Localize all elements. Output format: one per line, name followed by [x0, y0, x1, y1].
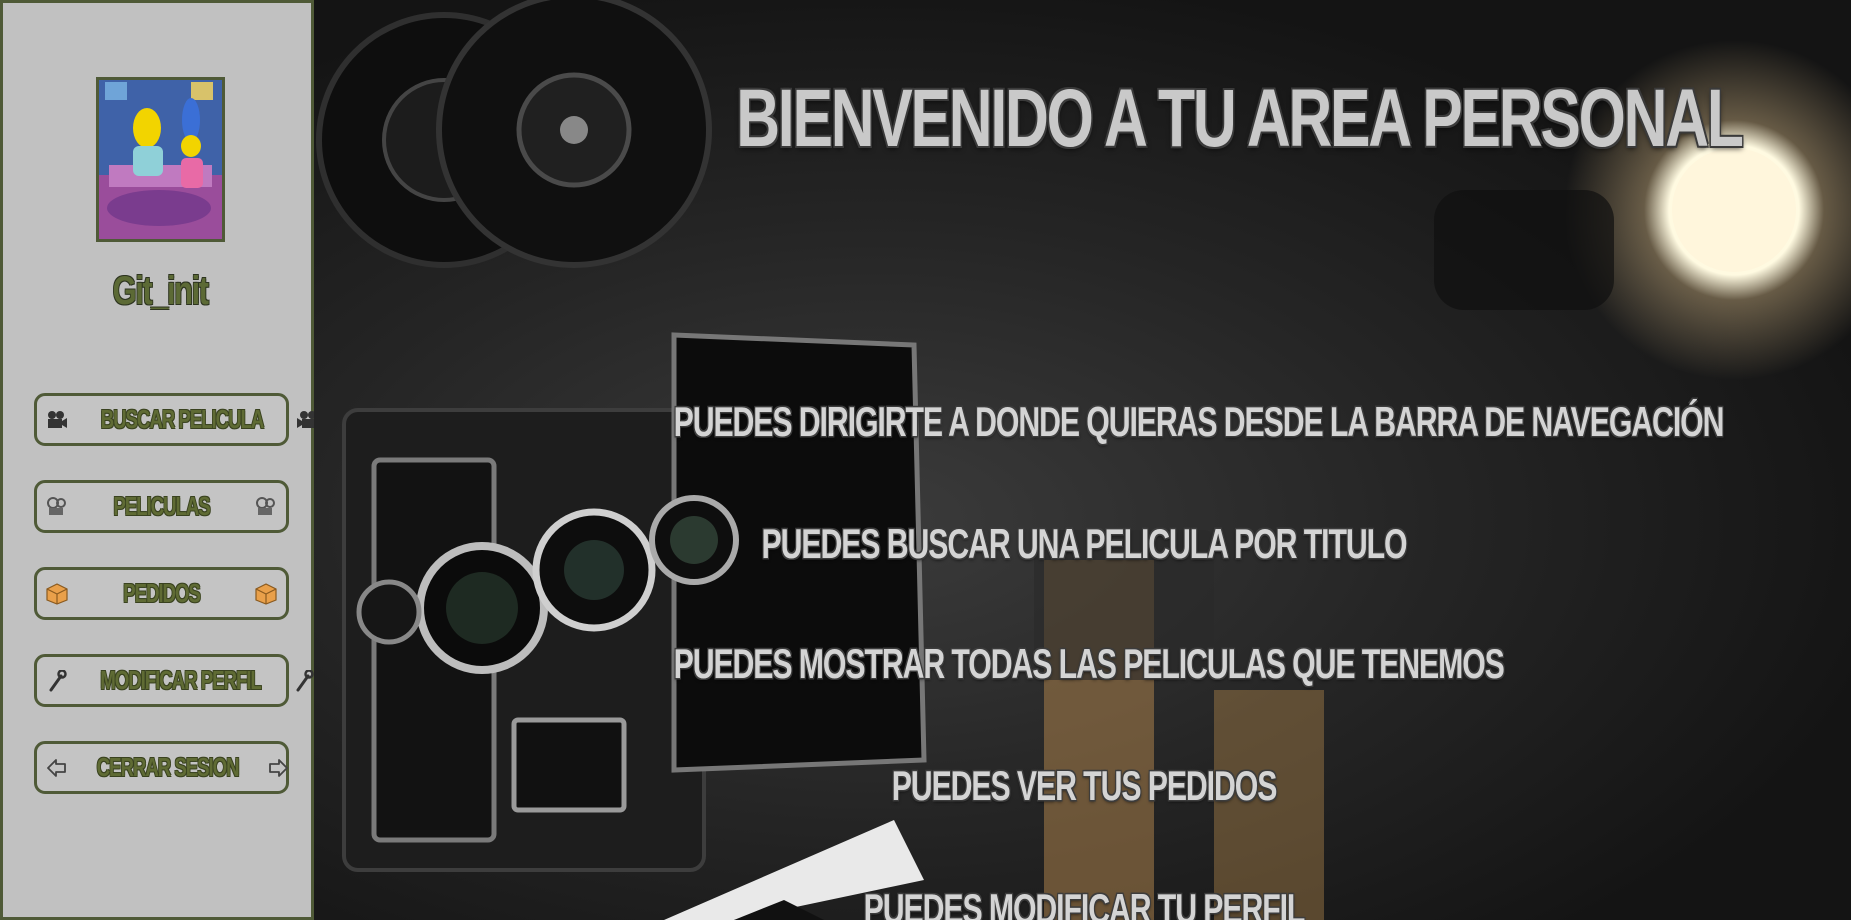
film-projector-icon — [45, 495, 69, 519]
logout-label: CERRAR SESION — [96, 752, 240, 782]
wrench-icon — [292, 669, 316, 693]
film-camera-icon — [45, 408, 69, 432]
exit-arrow-icon — [266, 756, 290, 780]
wrench-icon — [45, 669, 69, 693]
package-icon — [45, 582, 69, 606]
info-line-navigation: PUEDES DIRIGIRTE A DONDE QUIERAS DESDE L… — [673, 398, 1725, 445]
family-cartoon-avatar-icon — [99, 80, 222, 239]
page-title: BIENVENIDO A TU AREA PERSONAL — [736, 73, 1744, 164]
orders-button[interactable]: PEDIDOS — [34, 567, 289, 620]
sidebar: Git_init BUSCAR PELICULA PELICULAS PEDID… — [0, 0, 316, 920]
movies-button[interactable]: PELICULAS — [34, 480, 289, 533]
edit-profile-button[interactable]: MODIFICAR PERFIL — [34, 654, 314, 707]
info-line-search: PUEDES BUSCAR UNA PELICULA POR TITULO — [761, 520, 1408, 567]
info-line-profile: PUEDES MODIFICAR TU PERFIL — [863, 885, 1306, 920]
edit-profile-label: MODIFICAR PERFIL — [100, 665, 262, 695]
search-movie-label: BUSCAR PELICULA — [100, 404, 265, 434]
info-line-orders: PUEDES VER TUS PEDIDOS — [891, 762, 1278, 809]
exit-arrow-icon — [45, 756, 69, 780]
package-icon — [254, 582, 278, 606]
movies-label: PELICULAS — [113, 491, 210, 521]
main-content: BIENVENIDO A TU AREA PERSONAL PUEDES DIR… — [314, 0, 1851, 920]
orders-label: PEDIDOS — [123, 578, 201, 608]
film-projector-icon — [254, 495, 278, 519]
username: Git_init — [112, 269, 210, 313]
logout-button[interactable]: CERRAR SESION — [34, 741, 289, 794]
search-movie-button[interactable]: BUSCAR PELICULA — [34, 393, 316, 446]
info-line-all-movies: PUEDES MOSTRAR TODAS LAS PELICULAS QUE T… — [673, 640, 1505, 687]
avatar — [96, 77, 225, 242]
